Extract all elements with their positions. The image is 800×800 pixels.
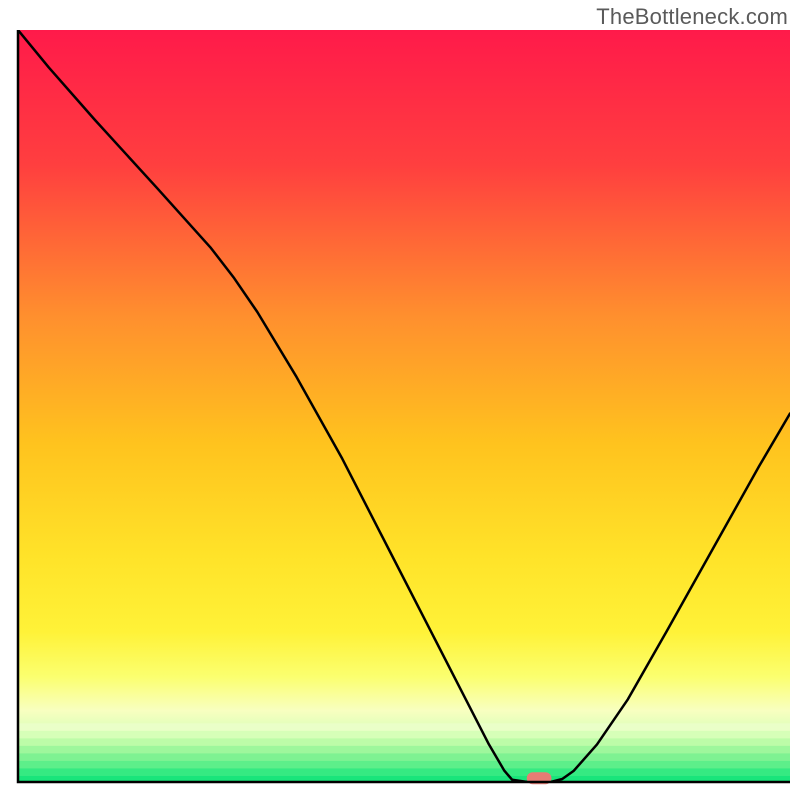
watermark-text: TheBottleneck.com	[596, 4, 788, 30]
bottleneck-chart	[0, 0, 800, 800]
green-bands	[18, 723, 790, 782]
gradient-background	[18, 30, 790, 782]
chart-container: TheBottleneck.com	[0, 0, 800, 800]
